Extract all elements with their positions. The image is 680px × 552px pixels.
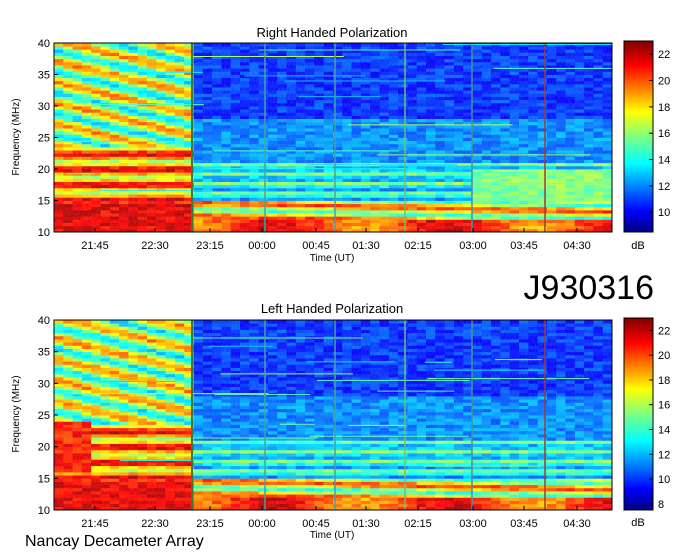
x-tick-label: 02:15 bbox=[404, 518, 432, 530]
chart-title-right: Right Handed Polarization bbox=[256, 25, 407, 40]
y-tick-label: 35 bbox=[38, 70, 50, 82]
x-tick-label: 04:30 bbox=[563, 240, 591, 252]
x-tick-label: 00:00 bbox=[248, 240, 276, 252]
colorbar-unit-left: dB bbox=[631, 517, 644, 529]
y-tick-label: 10 bbox=[38, 227, 50, 239]
y-tick-label: 20 bbox=[38, 442, 50, 454]
instrument-name: Nancay Decameter Array bbox=[25, 533, 204, 550]
colorbar-tick-label: 22 bbox=[658, 49, 670, 61]
y-tick-label: 35 bbox=[38, 347, 50, 359]
x-tick-label: 22:30 bbox=[141, 518, 169, 530]
y-tick-label: 15 bbox=[38, 473, 50, 485]
colorbar-gradient bbox=[623, 40, 654, 233]
colorbar-tick-label: 18 bbox=[658, 102, 670, 114]
y-tick-label: 20 bbox=[38, 164, 50, 176]
y-tick-label: 30 bbox=[38, 378, 50, 390]
x-tick-label: 01:30 bbox=[352, 240, 380, 252]
right-polarization-plot: 10 15 20 25 30 35 40 21:45 22:30 23:15 00:00 00:45 0… bbox=[38, 38, 613, 252]
x-tick-label: 23:15 bbox=[196, 240, 224, 252]
colorbar-tick-label: 22 bbox=[658, 325, 670, 337]
colorbar-unit-right: dB bbox=[631, 240, 644, 252]
colorbar-tick-label: 12 bbox=[658, 181, 670, 193]
x-tick-label: 00:45 bbox=[302, 240, 330, 252]
y-axis-label-left: Frequency (MHz) bbox=[11, 375, 22, 452]
colorbar-gradient bbox=[623, 317, 654, 511]
y-tick-label: 40 bbox=[38, 38, 50, 50]
y-tick-label: 25 bbox=[38, 133, 50, 145]
dynamic-spectrum-figure: Right Handed Polarization 10 15 20 25 30 35 40… bbox=[11, 25, 670, 550]
colorbar-tick-label: 14 bbox=[658, 155, 670, 167]
x-axis-label-right: Time (UT) bbox=[310, 253, 355, 264]
x-tick-label: 03:45 bbox=[510, 240, 538, 252]
x-tick-label: 23:15 bbox=[196, 518, 224, 530]
noise-texture bbox=[54, 43, 612, 232]
x-tick-label: 22:30 bbox=[141, 240, 169, 252]
y-tick-label: 10 bbox=[38, 505, 50, 517]
x-tick-label: 00:45 bbox=[302, 518, 330, 530]
colorbar-right: 10 12 14 16 18 20 22 bbox=[623, 40, 670, 233]
x-tick-label: 04:30 bbox=[563, 518, 591, 530]
colorbar-tick-label: 20 bbox=[658, 76, 670, 88]
event-id: J930316 bbox=[524, 269, 654, 307]
colorbar-tick-label: 10 bbox=[658, 207, 670, 219]
x-tick-label: 03:00 bbox=[459, 518, 487, 530]
x-tick-label: 00:00 bbox=[248, 518, 276, 530]
y-tick-label: 25 bbox=[38, 410, 50, 422]
y-tick-label: 15 bbox=[38, 196, 50, 208]
chart-title-left: Left Handed Polarization bbox=[261, 301, 403, 316]
y-tick-label: 40 bbox=[38, 315, 50, 327]
x-axis-label-left: Time (UT) bbox=[310, 530, 355, 541]
colorbar-tick-label: 16 bbox=[658, 128, 670, 140]
x-tick-label: 21:45 bbox=[81, 518, 109, 530]
y-axis-label-right: Frequency (MHz) bbox=[11, 98, 22, 175]
x-tick-label: 01:30 bbox=[352, 518, 380, 530]
x-tick-label: 02:15 bbox=[404, 240, 432, 252]
x-tick-label: 21:45 bbox=[81, 240, 109, 252]
colorbar-left: 8 10 12 14 16 18 20 22 bbox=[623, 317, 670, 511]
left-polarization-plot: 10 15 20 25 30 35 40 21:45 22:30 23:15 00:00 00:45 0… bbox=[38, 315, 613, 530]
colorbar-tick-label: 16 bbox=[658, 400, 670, 412]
colorbar-tick-label: 14 bbox=[658, 424, 670, 436]
colorbar-tick-label: 18 bbox=[658, 375, 670, 387]
colorbar-tick-label: 10 bbox=[658, 474, 670, 486]
y-tick-label: 30 bbox=[38, 101, 50, 113]
colorbar-tick-label: 8 bbox=[658, 499, 664, 511]
x-tick-label: 03:45 bbox=[510, 518, 538, 530]
noise-texture bbox=[54, 320, 612, 510]
colorbar-tick-label: 20 bbox=[658, 350, 670, 362]
colorbar-tick-label: 12 bbox=[658, 449, 670, 461]
x-tick-label: 03:00 bbox=[459, 240, 487, 252]
